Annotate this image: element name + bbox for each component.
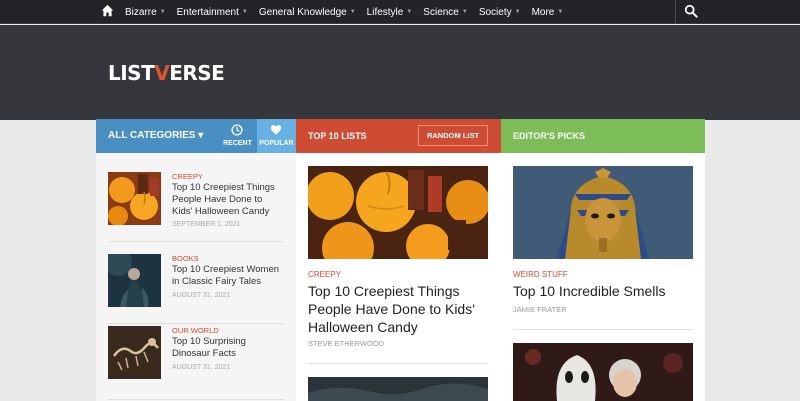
nav-item-general-knowledge[interactable]: General Knowledge ▼ [259, 7, 356, 18]
random-list-button[interactable]: RANDOM LIST [418, 125, 488, 146]
nav-label: General Knowledge [258, 6, 347, 18]
all-categories-text: ALL CATEGORIES [108, 130, 196, 141]
top10-title: TOP 10 LISTS [308, 131, 367, 141]
chevron-down-icon: ▼ [241, 9, 248, 15]
article-image[interactable] [308, 166, 488, 259]
heart-icon [270, 125, 282, 135]
divider [308, 363, 488, 364]
logo-accent: V [154, 61, 170, 85]
top-nav: Bizarre ▼ Entertainment ▼ General Knowledg… [0, 0, 800, 24]
clock-icon [231, 124, 243, 136]
site-logo[interactable]: LISTVERSE [108, 61, 225, 85]
nav-label: Lifestyle [366, 6, 404, 18]
item-title[interactable]: Top 10 Creepiest Women in Classic Fairy … [172, 264, 284, 288]
logo-text: LIST [108, 61, 155, 85]
article-thumbnail[interactable] [108, 172, 161, 225]
article-image[interactable] [308, 377, 488, 401]
nav-label: Science [423, 6, 459, 18]
nav-label: Society [478, 6, 512, 18]
article-image[interactable] [513, 166, 693, 259]
nav-item-society[interactable]: Society ▼ [479, 7, 521, 18]
article-title[interactable]: Top 10 Creepiest Things People Have Done… [308, 282, 488, 336]
top10-column: CREEPY Top 10 Creepiest Things People Ha… [296, 153, 501, 401]
nav-item-more[interactable]: More ▼ [532, 7, 564, 18]
article-title[interactable]: Top 10 Incredible Smells [513, 282, 693, 300]
nav-label: More [531, 6, 555, 18]
article-author[interactable]: STEVE ETHERWOOD [308, 339, 384, 348]
nav-label: Entertainment [176, 6, 239, 18]
list-item[interactable]: BOOKS Top 10 Creepiest Women in Classic … [108, 254, 284, 324]
recent-list: CREEPY Top 10 Creepiest Things People Ha… [96, 153, 296, 401]
divider [108, 399, 284, 400]
home-icon[interactable] [101, 4, 114, 17]
article-image[interactable] [513, 343, 693, 401]
article-category[interactable]: WEIRD STUFF [513, 270, 568, 279]
search-icon[interactable] [684, 4, 698, 18]
nav-item-bizarre[interactable]: Bizarre ▼ [125, 7, 166, 18]
site-header: LISTVERSE [0, 25, 800, 120]
chevron-down-icon: ▼ [349, 9, 356, 15]
item-title[interactable]: Top 10 Surprising Dinosaur Facts [172, 336, 284, 360]
item-category[interactable]: OUR WORLD [172, 326, 219, 335]
nav-item-entertainment[interactable]: Entertainment ▼ [177, 7, 248, 18]
logo-text: ERSE [169, 61, 225, 85]
chevron-down-icon: ▼ [514, 9, 521, 15]
editors-picks-header: EDITOR'S PICKS [501, 119, 705, 153]
chevron-down-icon: ▼ [461, 9, 468, 15]
item-category[interactable]: BOOKS [172, 254, 199, 263]
item-title[interactable]: Top 10 Creepiest Things People Have Done… [172, 182, 284, 218]
nav-item-lifestyle[interactable]: Lifestyle ▼ [367, 7, 413, 18]
divider [513, 329, 693, 330]
random-list-label: RANDOM LIST [426, 131, 480, 140]
chevron-down-icon: ▼ [159, 9, 166, 15]
tab-recent-label: RECENT [223, 140, 252, 147]
item-date: AUGUST 31, 2021 [172, 364, 231, 371]
nav-label: Bizarre [125, 6, 157, 18]
article-thumbnail[interactable] [108, 254, 161, 307]
nav-menu: Bizarre ▼ Entertainment ▼ General Knowledg… [125, 0, 574, 24]
item-date: AUGUST 31, 2021 [172, 292, 231, 299]
chevron-down-icon: ▼ [557, 9, 564, 15]
tab-popular[interactable]: POPULAR [257, 119, 296, 153]
editors-picks-column: WEIRD STUFF Top 10 Incredible Smells JAM… [501, 153, 705, 401]
article-thumbnail[interactable] [108, 326, 161, 379]
all-categories-label: ALL CATEGORIES ▾ [108, 130, 203, 141]
nav-divider [675, 0, 676, 24]
editors-picks-title: EDITOR'S PICKS [513, 131, 585, 141]
chevron-down-icon: ▼ [406, 9, 413, 15]
caret-down-icon: ▾ [198, 130, 204, 141]
divider [108, 323, 284, 324]
nav-item-science[interactable]: Science ▼ [423, 7, 468, 18]
tab-recent[interactable]: RECENT [218, 119, 257, 153]
tab-popular-label: POPULAR [259, 140, 294, 147]
article-category[interactable]: CREEPY [308, 270, 341, 279]
item-date: SEPTEMBER 1, 2021 [172, 221, 241, 228]
list-item[interactable]: CREEPY Top 10 Creepiest Things People Ha… [108, 172, 284, 242]
item-category[interactable]: CREEPY [172, 172, 203, 181]
list-item[interactable]: OUR WORLD Top 10 Surprising Dinosaur Fac… [108, 326, 284, 400]
article-author[interactable]: JAMIE FRATER [513, 305, 567, 314]
divider [108, 241, 284, 242]
